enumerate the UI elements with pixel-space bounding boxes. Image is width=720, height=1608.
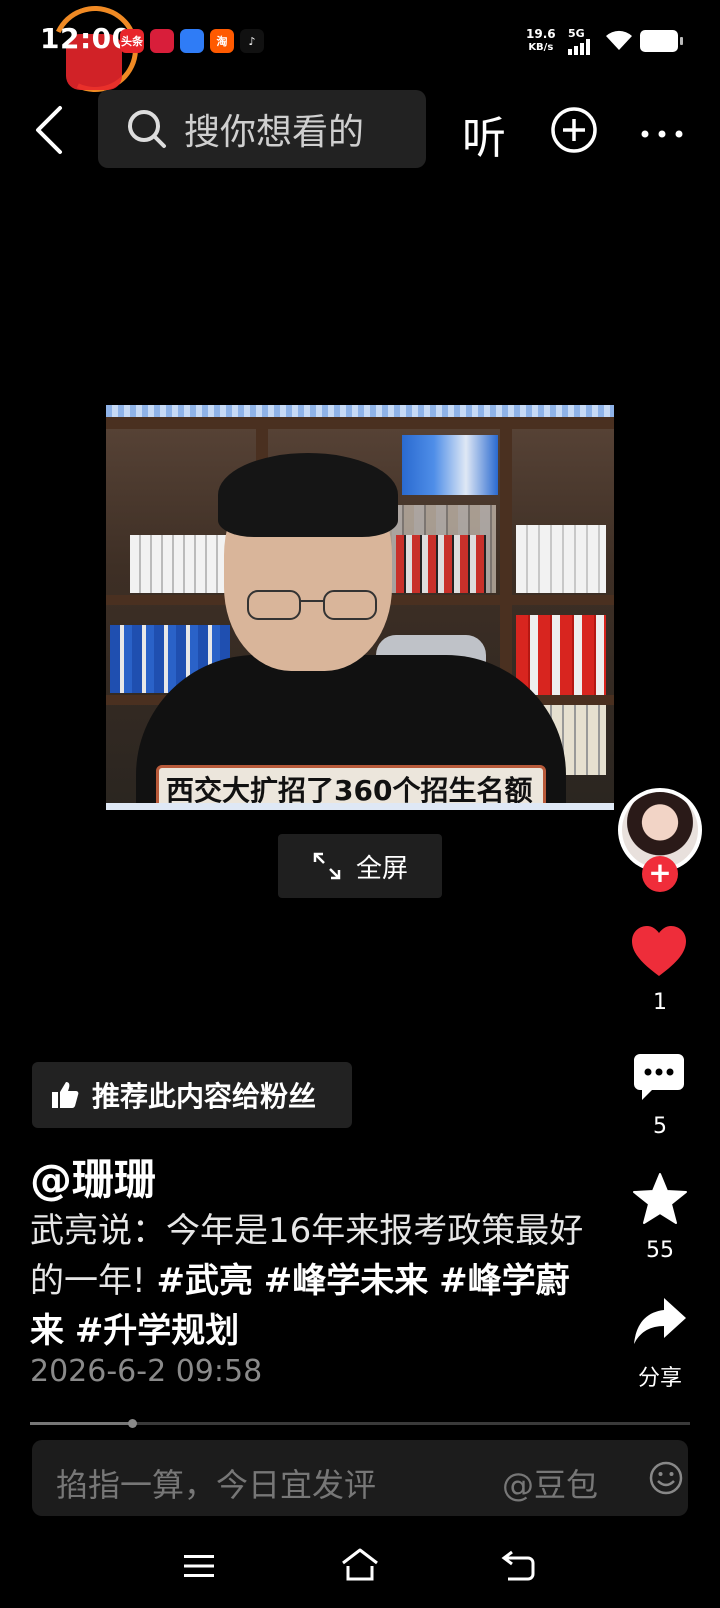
- thumbs-up-icon: [52, 1082, 79, 1108]
- menu-nav-button[interactable]: [182, 1552, 216, 1584]
- tiktok-icon: ♪: [240, 29, 264, 53]
- search-icon: [128, 110, 166, 148]
- taobao-icon: 淘: [210, 29, 234, 53]
- like-count: 1: [653, 990, 667, 1015]
- glasses: [247, 590, 377, 620]
- favorite-count: 55: [646, 1238, 674, 1263]
- progress-fill: [30, 1422, 133, 1425]
- browser-icon: [180, 29, 204, 53]
- comment-placeholder: 掐指一算，今日宜发评: [56, 1466, 377, 1504]
- like-button[interactable]: [630, 924, 688, 982]
- expand-icon: [313, 852, 341, 880]
- fullscreen-button[interactable]: 全屏: [278, 834, 442, 898]
- fullscreen-label: 全屏: [355, 853, 408, 884]
- more-button[interactable]: [640, 124, 684, 143]
- comment-icon: [634, 1054, 684, 1100]
- smiley-icon: [649, 1461, 683, 1495]
- person-hair: [218, 453, 398, 537]
- share-button[interactable]: [632, 1294, 688, 1352]
- home-nav-button[interactable]: [340, 1546, 380, 1586]
- net-speed: 19.6 KB/s: [526, 28, 556, 54]
- follow-button[interactable]: +: [642, 856, 678, 892]
- home-icon: [342, 1548, 378, 1581]
- author-name[interactable]: @珊珊: [30, 1146, 156, 1207]
- video-top-strip: [106, 405, 614, 417]
- notification-app-icons: 头条 淘 ♪: [120, 29, 264, 53]
- add-button[interactable]: [550, 106, 598, 158]
- battery-icon: [640, 30, 683, 52]
- toutiao-icon: 头条: [120, 29, 144, 53]
- network-type: 5G: [568, 27, 585, 40]
- hashtag[interactable]: #峰学未来: [264, 1261, 429, 1301]
- post-description: 武亮说：今年是16年来报考政策最好的一年! #武亮 #峰学未来 #峰学蔚来 #升…: [30, 1206, 590, 1356]
- listen-button[interactable]: 听: [462, 102, 506, 166]
- wifi-icon: [604, 28, 634, 56]
- comment-button[interactable]: [632, 1050, 686, 1108]
- recommend-button[interactable]: 推荐此内容给粉丝: [32, 1062, 352, 1128]
- net-speed-unit: KB/s: [528, 42, 554, 53]
- publish-time: 2026-6-2 09:58: [30, 1354, 263, 1389]
- share-arrow-icon: [634, 1298, 686, 1344]
- recommend-label: 推荐此内容给粉丝: [92, 1080, 317, 1113]
- hashtag[interactable]: #升学规划: [75, 1311, 240, 1351]
- search-placeholder: 搜你想看的: [184, 112, 365, 153]
- video-bottom-strip: [106, 803, 614, 810]
- back-nav-button[interactable]: [500, 1548, 536, 1586]
- emoji-button[interactable]: [648, 1460, 684, 1500]
- redbook-icon: [150, 29, 174, 53]
- heart-icon: [632, 926, 686, 976]
- progress-handle[interactable]: [128, 1419, 138, 1428]
- star-icon: [633, 1173, 687, 1224]
- back-button[interactable]: [30, 104, 70, 156]
- share-label: 分享: [637, 1366, 682, 1391]
- return-icon: [501, 1550, 535, 1581]
- net-speed-value: 19.6: [526, 27, 556, 41]
- hashtag[interactable]: #武亮: [156, 1261, 253, 1301]
- mention-doubao-button[interactable]: @豆包: [502, 1460, 598, 1506]
- comment-count: 5: [653, 1114, 667, 1139]
- signal-icon: 5G: [568, 28, 592, 59]
- status-time: 12:00: [40, 22, 132, 55]
- favorite-button[interactable]: [632, 1172, 688, 1230]
- video-player[interactable]: 西交大扩招了360个招生名额: [106, 405, 614, 810]
- search-input[interactable]: 搜你想看的: [98, 90, 426, 168]
- menu-icon: [184, 1555, 214, 1577]
